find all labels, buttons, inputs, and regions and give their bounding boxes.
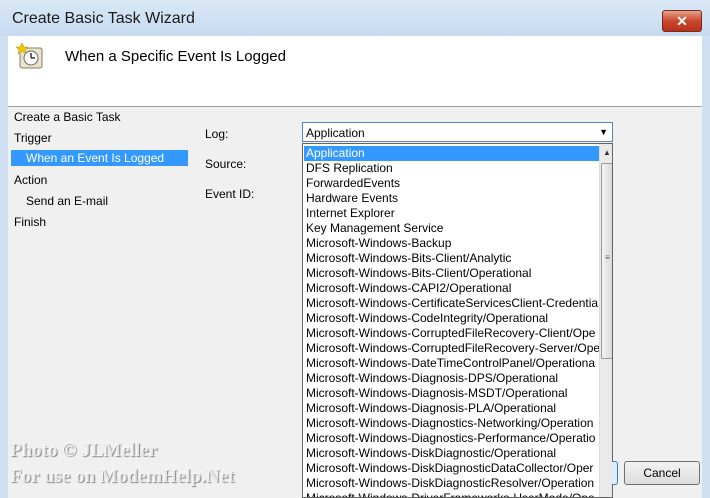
dropdown-option[interactable]: Microsoft-Windows-CorruptedFileRecovery-… <box>304 326 601 341</box>
source-label: Source: <box>205 157 247 171</box>
dropdown-scrollbar[interactable]: ▲ ≡ <box>599 144 612 497</box>
wizard-step[interactable]: Action <box>14 173 47 187</box>
dropdown-option[interactable]: Microsoft-Windows-Diagnosis-DPS/Operatio… <box>304 371 601 386</box>
dropdown-option[interactable]: Microsoft-Windows-Backup <box>304 236 601 251</box>
dropdown-option[interactable]: Microsoft-Windows-Diagnosis-PLA/Operatio… <box>304 401 601 416</box>
window-title: Create Basic Task Wizard <box>12 10 195 27</box>
wizard-step[interactable]: Trigger <box>14 131 52 145</box>
watermark-line-2: For use on ModemHelp.Net <box>10 466 235 487</box>
dropdown-option[interactable]: Microsoft-Windows-Diagnosis-MSDT/Operati… <box>304 386 601 401</box>
dropdown-option[interactable]: Hardware Events <box>304 191 601 206</box>
watermark-line-1: Photo © JLMeller <box>10 440 158 461</box>
cancel-button[interactable]: Cancel <box>624 461 700 485</box>
close-button[interactable]: ✕ <box>662 10 702 32</box>
event-id-label: Event ID: <box>205 187 255 201</box>
wizard-step[interactable]: When an Event Is Logged <box>11 150 188 166</box>
log-select-value: Application <box>306 126 365 140</box>
scroll-up-icon[interactable]: ▲ <box>600 145 612 160</box>
dropdown-option[interactable]: Microsoft-Windows-DiskDiagnosticResolver… <box>304 476 601 491</box>
dropdown-option[interactable]: Microsoft-Windows-DriverFrameworks-UserM… <box>304 491 601 497</box>
ok-button[interactable] <box>612 461 618 485</box>
log-label: Log: <box>205 127 229 141</box>
wizard-step[interactable]: Create a Basic Task <box>14 110 121 124</box>
log-select[interactable]: Application ▼ <box>302 122 613 142</box>
dropdown-option[interactable]: DFS Replication <box>304 161 601 176</box>
dropdown-option[interactable]: Microsoft-Windows-DiskDiagnostic/Operati… <box>304 446 601 461</box>
dropdown-option[interactable]: Microsoft-Windows-CAPI2/Operational <box>304 281 601 296</box>
dropdown-option[interactable]: Microsoft-Windows-CorruptedFileRecovery-… <box>304 341 601 356</box>
wizard-step[interactable]: Finish <box>14 215 46 229</box>
page-title: When a Specific Event Is Logged <box>65 48 286 65</box>
wizard-header: When a Specific Event Is Logged <box>8 36 702 107</box>
dropdown-option[interactable]: Internet Explorer <box>304 206 601 221</box>
dropdown-option[interactable]: Microsoft-Windows-DateTimeControlPanel/O… <box>304 356 601 371</box>
wizard-step[interactable]: Send an E-mail <box>26 194 108 208</box>
title-bar: Create Basic Task Wizard ✕ <box>0 0 710 36</box>
dropdown-option[interactable]: Microsoft-Windows-CertificateServicesCli… <box>304 296 601 311</box>
dropdown-option[interactable]: Microsoft-Windows-CodeIntegrity/Operatio… <box>304 311 601 326</box>
grip-icon: ≡ <box>605 253 610 262</box>
chevron-down-icon[interactable]: ▼ <box>599 127 608 137</box>
close-icon: ✕ <box>676 13 688 29</box>
dropdown-option[interactable]: Microsoft-Windows-Diagnostics-Networking… <box>304 416 601 431</box>
dropdown-option[interactable]: Microsoft-Windows-DiskDiagnosticDataColl… <box>304 461 601 476</box>
dropdown-option[interactable]: ForwardedEvents <box>304 176 601 191</box>
dropdown-option[interactable]: Application <box>304 146 601 161</box>
dropdown-option[interactable]: Key Management Service <box>304 221 601 236</box>
log-dropdown-list[interactable]: Application DFS Replication ForwardedEvent… <box>302 143 613 498</box>
scheduled-task-clock-icon <box>16 42 43 69</box>
dropdown-option[interactable]: Microsoft-Windows-Bits-Client/Analytic <box>304 251 601 266</box>
dropdown-option[interactable]: Microsoft-Windows-Bits-Client/Operationa… <box>304 266 601 281</box>
dropdown-option[interactable]: Microsoft-Windows-Diagnostics-Performanc… <box>304 431 601 446</box>
scrollbar-thumb[interactable]: ≡ <box>601 163 612 359</box>
